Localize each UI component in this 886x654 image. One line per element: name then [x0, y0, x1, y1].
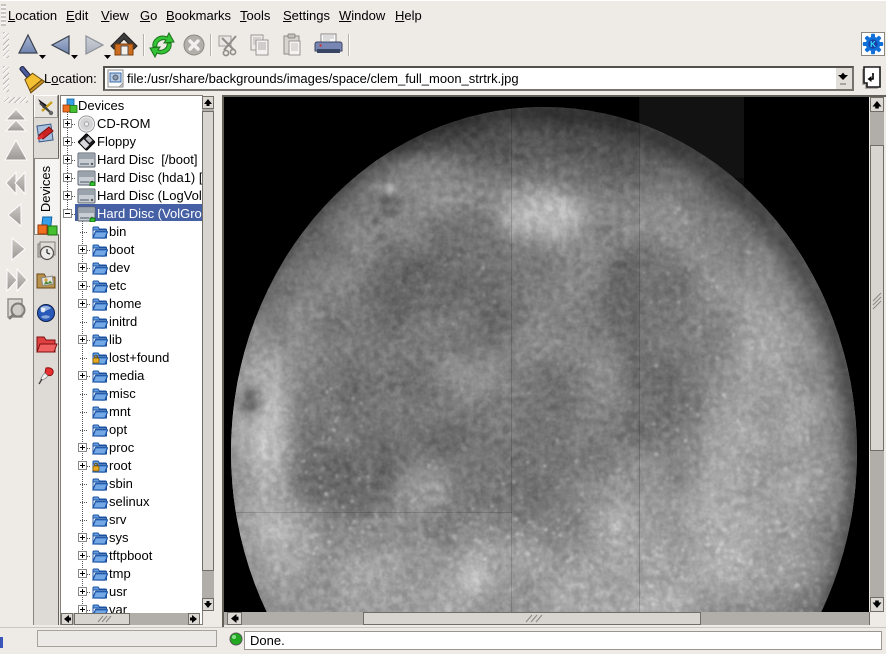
svg-text:K: K [870, 40, 876, 49]
